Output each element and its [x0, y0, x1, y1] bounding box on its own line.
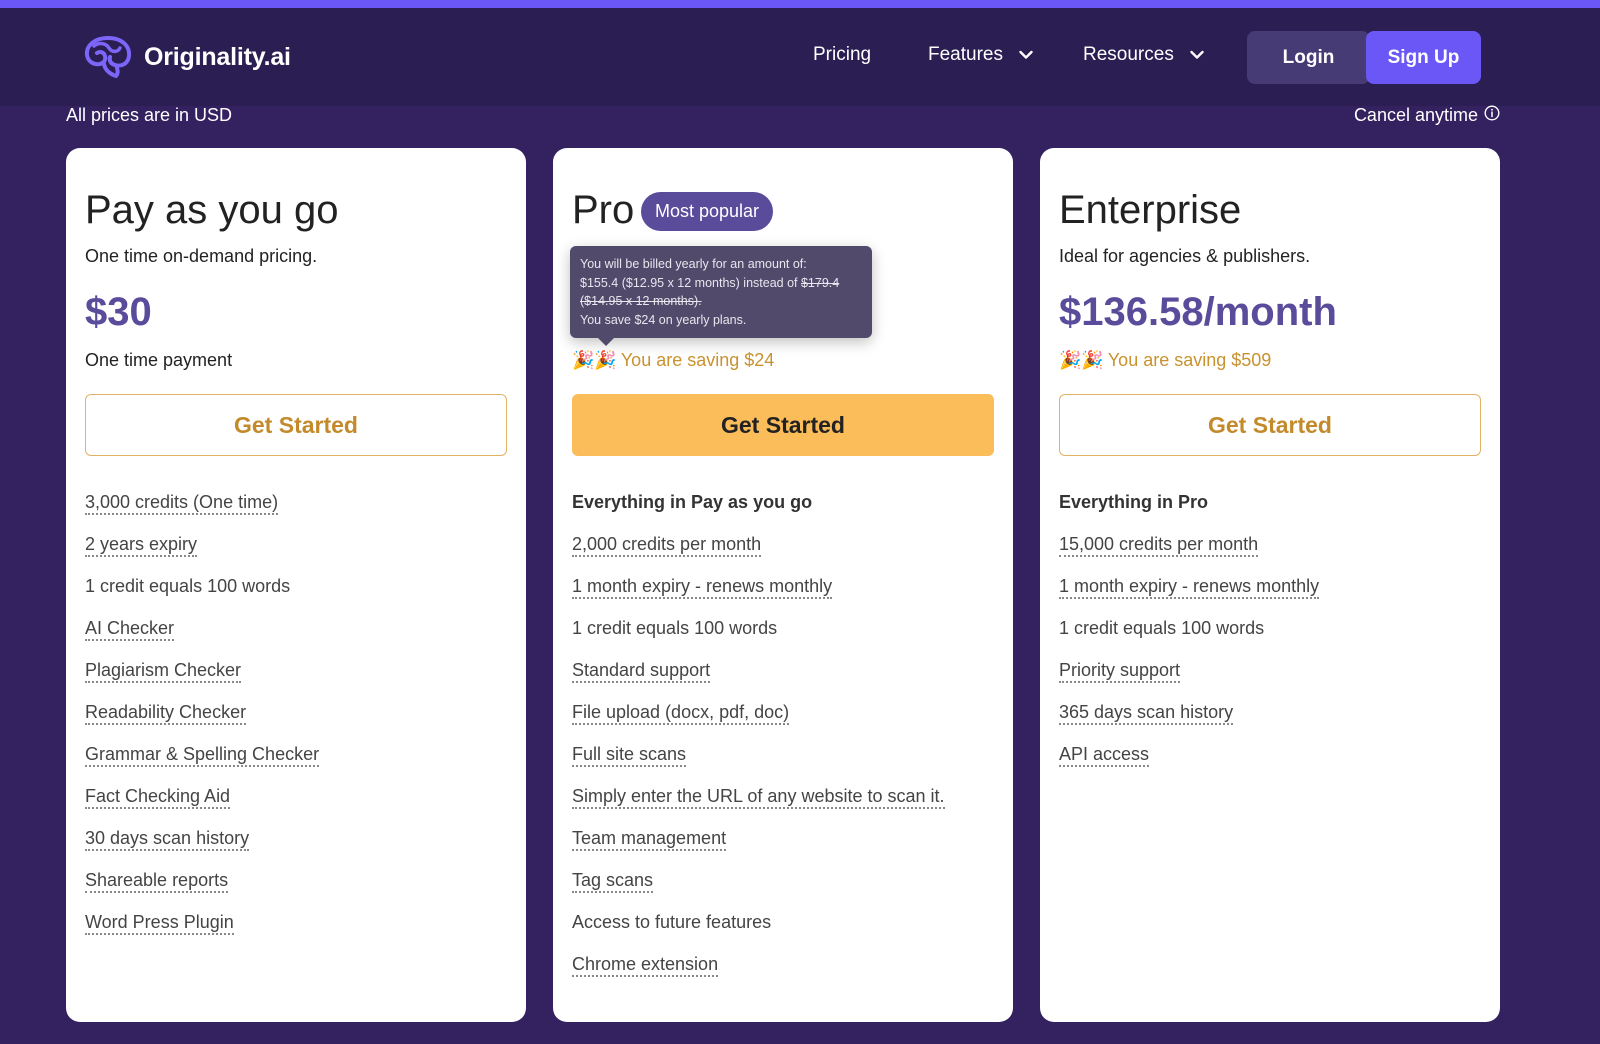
- brand-name: Originality.ai: [144, 42, 291, 71]
- top-accent-strip: [0, 0, 1600, 8]
- tooltip-line: You will be billed yearly for an amount …: [580, 257, 807, 271]
- plan-title: Pay as you go: [85, 188, 339, 232]
- nav-pricing-label: Pricing: [813, 44, 872, 65]
- saving-note: 🎉🎉 You are saving $24: [572, 350, 774, 371]
- feature-list: 3,000 credits (One time) 2 years expiry …: [85, 492, 320, 954]
- feature-item[interactable]: Grammar & Spelling Checker: [85, 744, 320, 786]
- plan-subtitle: One time on-demand pricing.: [85, 246, 318, 266]
- billing-tooltip: You will be billed yearly for an amount …: [570, 246, 872, 346]
- nav-pricing[interactable]: Pricing: [813, 44, 871, 66]
- feature-item[interactable]: 15,000 credits per month: [1059, 534, 1319, 576]
- plan-card-pro: Pro Most popular You will be billed year…: [553, 148, 1013, 1022]
- feature-item[interactable]: Priority support: [1059, 660, 1319, 702]
- feature-item: 1 credit equals 100 words: [572, 618, 778, 638]
- tooltip-line: You save $24 on yearly plans.: [580, 312, 747, 327]
- plan-card-pay-as-you-go: Pay as you go One time on-demand pricing…: [66, 148, 526, 1022]
- feature-item[interactable]: 1 month expiry - renews monthly: [1059, 576, 1320, 618]
- feature-item[interactable]: 2 years expiry: [85, 534, 319, 576]
- feature-item[interactable]: Word Press Plugin: [85, 912, 319, 954]
- saving-label: You are saving $24: [620, 350, 775, 370]
- get-started-button[interactable]: Get Started: [572, 394, 994, 456]
- nav-resources[interactable]: Resources: [1083, 44, 1204, 66]
- feature-item[interactable]: Plagiarism Checker: [85, 660, 319, 702]
- price-note: One time payment: [85, 350, 233, 370]
- plan-subtitle: Ideal for agencies & publishers.: [1059, 246, 1311, 266]
- chevron-down-icon: [1190, 44, 1204, 66]
- feature-item[interactable]: Chrome extension: [572, 954, 945, 996]
- plan-card-enterprise: Enterprise Ideal for agencies & publishe…: [1040, 148, 1500, 1022]
- tooltip-line: $155.4 ($12.95 x 12 months) instead of $…: [580, 275, 840, 290]
- tooltip-line: ($14.95 x 12 months).: [580, 294, 702, 308]
- feature-item[interactable]: API access: [1059, 744, 1319, 786]
- feature-item[interactable]: 1 month expiry - renews monthly: [572, 576, 945, 618]
- feature-heading: Everything in Pro: [1059, 492, 1209, 512]
- feature-item[interactable]: 30 days scan history: [85, 828, 319, 870]
- feature-item[interactable]: 2,000 credits per month: [572, 534, 945, 576]
- party-popper-icon: 🎉🎉: [572, 350, 617, 370]
- feature-item: Access to future features: [572, 912, 772, 932]
- brand-logo[interactable]: Originality.ai: [82, 34, 291, 80]
- plan-title: Pro: [572, 188, 635, 232]
- feature-item[interactable]: Fact Checking Aid: [85, 786, 319, 828]
- feature-item[interactable]: 3,000 credits (One time): [85, 492, 319, 534]
- feature-item[interactable]: 365 days scan history: [1059, 702, 1319, 744]
- feature-item[interactable]: Simply enter the URL of any website to s…: [572, 786, 945, 828]
- tooltip-arrow: [598, 338, 614, 346]
- feature-item[interactable]: Tag scans: [572, 870, 945, 912]
- plan-price: $136.58/month: [1059, 290, 1337, 334]
- chevron-down-icon: [1019, 44, 1033, 66]
- signup-button[interactable]: Sign Up: [1366, 31, 1481, 84]
- feature-list: Everything in Pay as you go 2,000 credit…: [572, 492, 945, 996]
- feature-item[interactable]: Full site scans: [572, 744, 945, 786]
- feature-item[interactable]: File upload (docx, pdf, doc): [572, 702, 945, 744]
- feature-item: 1 credit equals 100 words: [1059, 618, 1265, 638]
- feature-item[interactable]: Standard support: [572, 660, 945, 702]
- cancel-anytime-note[interactable]: Cancel anytime: [1354, 105, 1500, 126]
- party-popper-icon: 🎉🎉: [1059, 350, 1104, 370]
- currency-note: All prices are in USD: [66, 105, 233, 125]
- navbar: Originality.ai Pricing Features Resource…: [0, 8, 1600, 106]
- info-icon[interactable]: [1484, 105, 1500, 126]
- feature-heading: Everything in Pay as you go: [572, 492, 813, 512]
- plan-price: $30: [85, 290, 152, 334]
- saving-note: 🎉🎉 You are saving $509: [1059, 350, 1271, 371]
- login-button[interactable]: Login: [1247, 31, 1370, 84]
- feature-item: 1 credit equals 100 words: [85, 576, 291, 596]
- most-popular-badge: Most popular: [641, 192, 774, 231]
- feature-item[interactable]: Readability Checker: [85, 702, 319, 744]
- feature-list: Everything in Pro 15,000 credits per mon…: [1059, 492, 1320, 786]
- get-started-button[interactable]: Get Started: [1059, 394, 1481, 456]
- saving-label: You are saving $509: [1107, 350, 1272, 370]
- nav-resources-label: Resources: [1083, 44, 1174, 65]
- nav-features-label: Features: [928, 44, 1003, 65]
- nav-features[interactable]: Features: [928, 44, 1033, 66]
- plan-title: Enterprise: [1059, 188, 1242, 232]
- feature-item[interactable]: AI Checker: [85, 618, 319, 660]
- feature-item[interactable]: Shareable reports: [85, 870, 319, 912]
- feature-item[interactable]: Team management: [572, 828, 945, 870]
- cancel-anytime-label: Cancel anytime: [1353, 105, 1478, 125]
- get-started-button[interactable]: Get Started: [85, 394, 507, 456]
- brain-icon: [82, 34, 134, 80]
